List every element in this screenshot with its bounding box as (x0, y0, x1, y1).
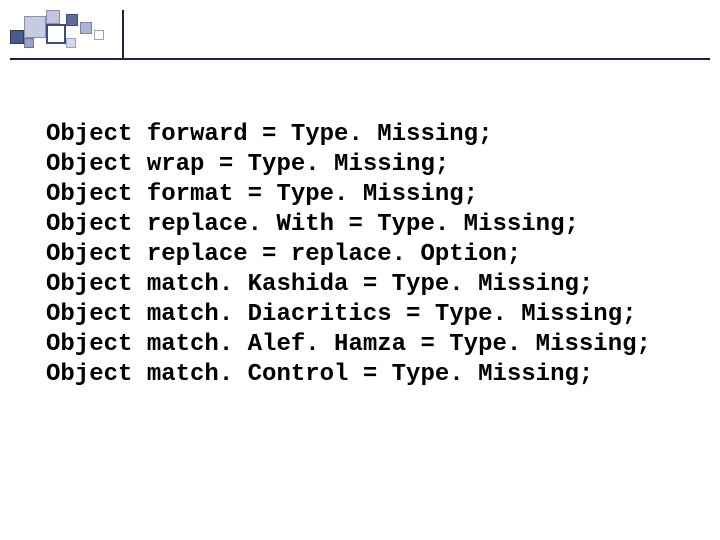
code-line: Object replace = replace. Option; (46, 240, 690, 270)
motif-square (24, 16, 46, 38)
motif-square (66, 14, 78, 26)
motif-square (46, 24, 66, 44)
motif-square (80, 22, 92, 34)
top-divider-vertical (122, 10, 124, 58)
code-line: Object match. Alef. Hamza = Type. Missin… (46, 330, 690, 360)
code-line: Object format = Type. Missing; (46, 180, 690, 210)
motif-square (46, 10, 60, 24)
motif-square (94, 30, 104, 40)
code-line: Object match. Kashida = Type. Missing; (46, 270, 690, 300)
slide: Object forward = Type. Missing; Object w… (0, 0, 720, 540)
code-line: Object forward = Type. Missing; (46, 120, 690, 150)
code-line: Object match. Diacritics = Type. Missing… (46, 300, 690, 330)
motif-square (24, 38, 34, 48)
code-line: Object match. Control = Type. Missing; (46, 360, 690, 390)
motif-square (66, 38, 76, 48)
motif-square (10, 30, 24, 44)
top-divider-horizontal (10, 58, 710, 60)
code-line: Object replace. With = Type. Missing; (46, 210, 690, 240)
code-line: Object wrap = Type. Missing; (46, 150, 690, 180)
code-block: Object forward = Type. Missing; Object w… (46, 120, 690, 390)
decorative-motif (10, 10, 130, 56)
